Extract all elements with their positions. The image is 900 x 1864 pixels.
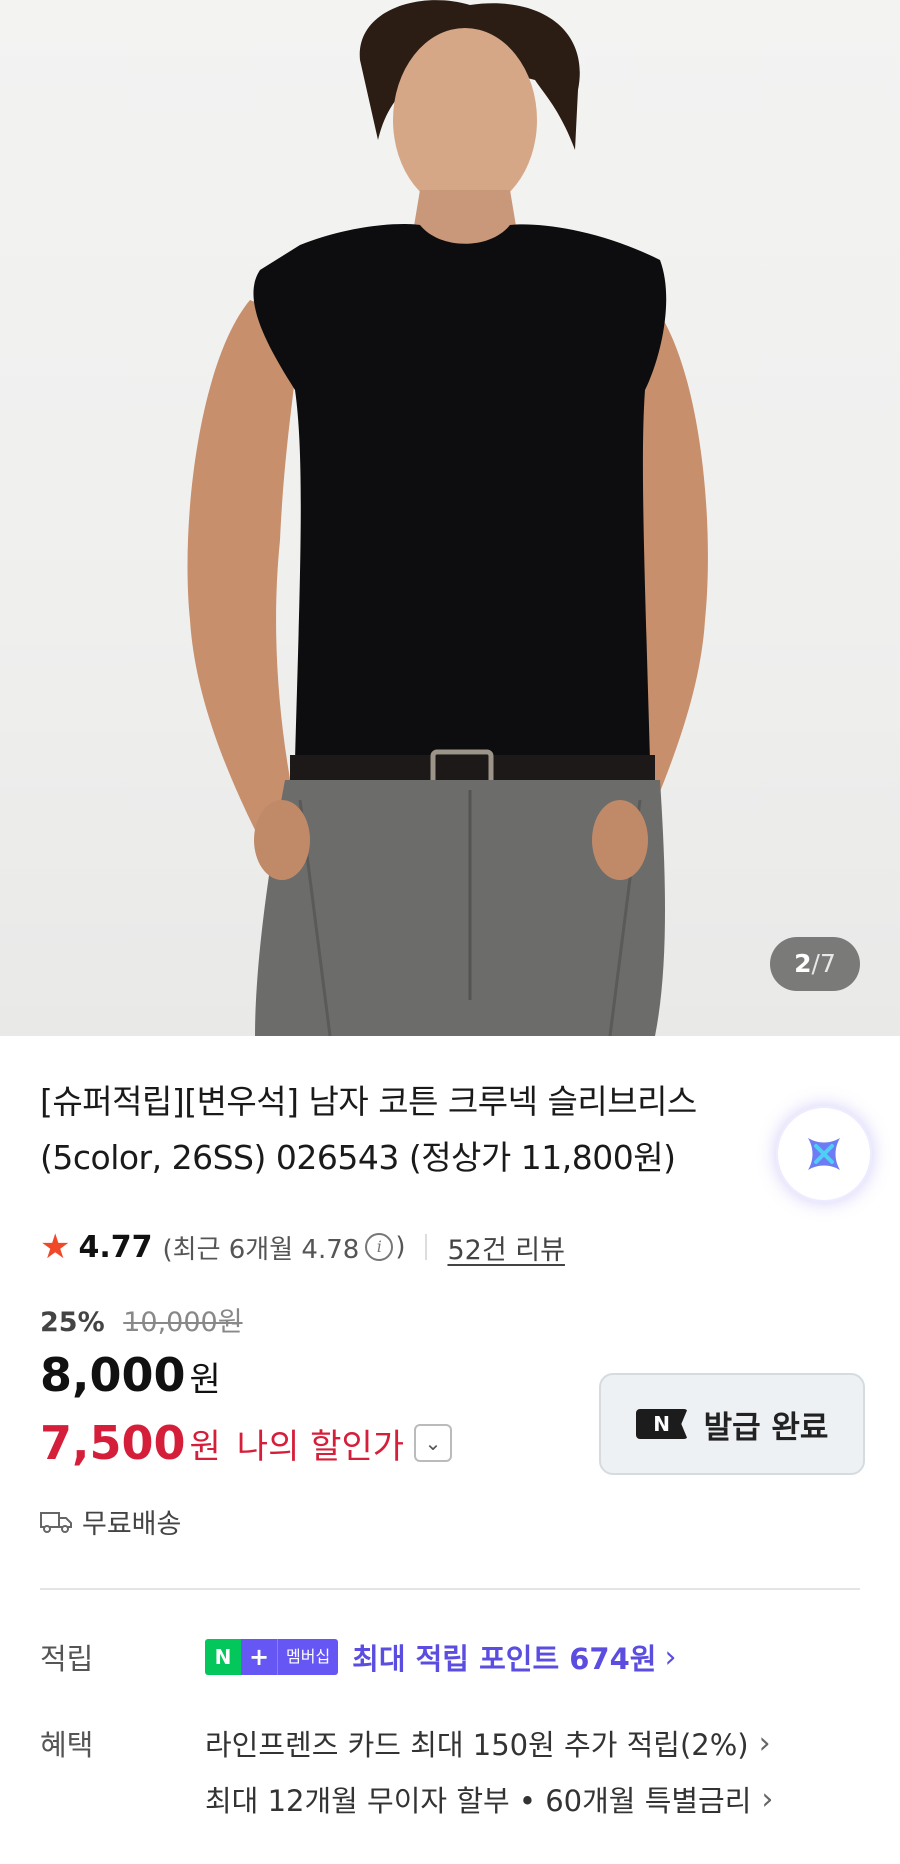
info-icon[interactable]: i (365, 1233, 394, 1261)
perk-installment-text: 최대 12개월 무이자 할부 • 60개월 특별금리 (205, 1784, 752, 1818)
product-title-line1: [슈퍼적립][변우석] 남자 코튼 크루넥 슬리브리스 (40, 1082, 697, 1121)
max-points-text: 최대 적립 포인트 674원 (352, 1642, 657, 1676)
rating-row: ★ 4.77 (최근 6개월 4.78 i ) 52건 리뷰 (40, 1226, 565, 1268)
shipping-label: 무료배송 (82, 1509, 182, 1540)
badge-membership: 멤버십 (277, 1639, 339, 1675)
recent-rating-close: ) (395, 1232, 406, 1262)
perks-label: 혜택 (40, 1728, 94, 1762)
original-price: 10,000원 (123, 1307, 243, 1338)
product-title: [슈퍼적립][변우석] 남자 코튼 크루넥 슬리브리스 (5color, 26S… (40, 1074, 840, 1186)
perk-installment[interactable]: 최대 12개월 무이자 할부 • 60개월 특별금리 › (205, 1778, 773, 1820)
chevron-down-icon[interactable]: ⌄ (414, 1424, 453, 1462)
product-title-line2: (5color, 26SS) 026543 (정상가 11,800원) (40, 1138, 676, 1177)
perk-card-points[interactable]: 라인프렌즈 카드 최대 150원 추가 적립(2%) › (205, 1722, 771, 1764)
points-row[interactable]: N + 멤버십 최대 적립 포인트 674원 › (205, 1636, 676, 1678)
chevron-right-icon: › (664, 1639, 677, 1675)
my-price-unit: 원 (189, 1426, 221, 1467)
sale-price: 8,000 원 (40, 1348, 221, 1402)
my-discount-price[interactable]: 7,500 원 나의 할인가 ⌄ (40, 1416, 453, 1470)
shipping-info: 무료배송 (40, 1502, 181, 1541)
image-counter: 2/7 (770, 937, 860, 991)
ai-assistant-icon (808, 1138, 840, 1170)
my-price-label: 나의 할인가 (236, 1426, 405, 1467)
perk-card-points-text: 라인프렌즈 카드 최대 150원 추가 적립(2%) (205, 1728, 749, 1762)
rating-score: 4.77 (78, 1229, 153, 1265)
badge-plus: + (241, 1639, 277, 1675)
counter-total: 7 (819, 949, 836, 978)
sale-price-unit: 원 (189, 1360, 221, 1400)
points-label: 적립 (40, 1642, 94, 1676)
review-link[interactable]: 52건 리뷰 (447, 1228, 564, 1267)
naver-plus-membership-badge: N + 멤버십 (205, 1639, 339, 1675)
my-price-value: 7,500 (40, 1416, 186, 1470)
coupon-button[interactable]: N 발급 완료 (599, 1373, 865, 1475)
chevron-right-icon: › (761, 1781, 774, 1817)
product-photo (187, 0, 708, 1036)
section-divider (40, 1588, 860, 1590)
chevron-right-icon: › (758, 1725, 771, 1761)
coupon-label: 발급 완료 (703, 1409, 829, 1446)
discount-percent: 25% (40, 1307, 105, 1338)
product-image[interactable]: 2/7 (0, 0, 900, 1036)
counter-separator: / (811, 949, 820, 978)
recent-rating: (최근 6개월 4.78 (162, 1234, 360, 1265)
divider (425, 1234, 428, 1260)
counter-current: 2 (794, 949, 812, 978)
sale-price-value: 8,000 (40, 1348, 186, 1402)
naver-n-icon: N (635, 1409, 688, 1439)
truck-icon (40, 1511, 72, 1533)
discount-row: 25% 10,000원 (40, 1300, 243, 1339)
ai-assistant-button[interactable] (776, 1106, 872, 1202)
star-icon: ★ (40, 1227, 71, 1267)
badge-n: N (205, 1639, 241, 1675)
